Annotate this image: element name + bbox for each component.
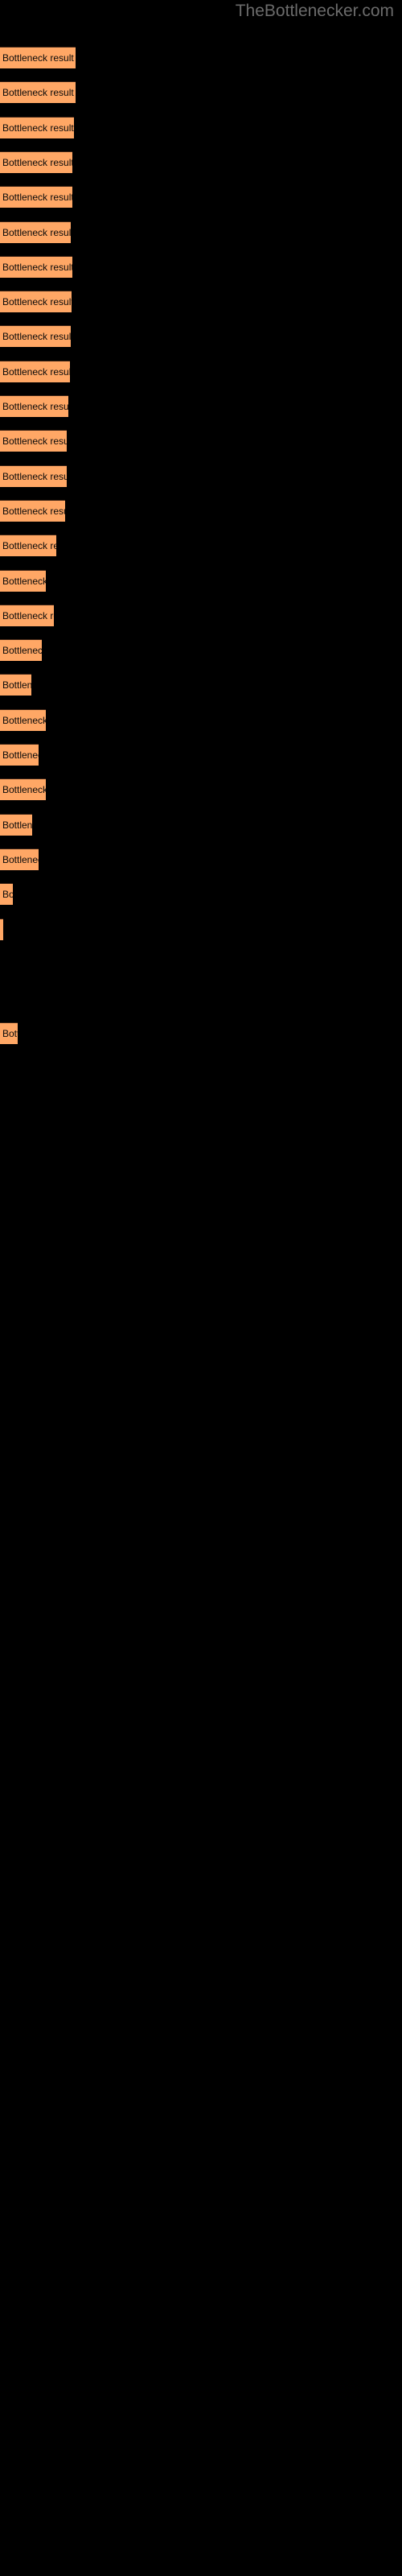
bar-rect[interactable]: Bottleneck result <box>0 674 31 696</box>
bar-rect[interactable]: Bottleneck result <box>0 569 46 592</box>
bar-rect[interactable]: Bottleneck result <box>0 255 72 278</box>
bar-label: Bottleneck result <box>2 87 74 99</box>
bar-label: Bottleneck result <box>2 226 71 238</box>
bar-label: Bottleneck result <box>2 401 68 412</box>
bar-rect[interactable]: Bottleneck result <box>0 708 46 731</box>
bar-label: Bottleneck result <box>2 505 65 517</box>
bar-label: Bottleneck result <box>2 679 31 691</box>
bar-rect[interactable]: Bottleneck result <box>0 778 46 801</box>
bar-label: Bottleneck result <box>2 540 56 552</box>
bar-rect[interactable]: Bottleneck result <box>0 395 68 417</box>
bar-rect[interactable]: Bottleneck result <box>0 535 56 557</box>
bar-rect[interactable]: Bottleneck result <box>0 81 76 104</box>
bar-label: Bottleneck result <box>2 919 3 940</box>
bar-label: Bottleneck result <box>2 365 70 378</box>
bar-rect[interactable]: Bottleneck result <box>0 47 76 68</box>
bar-rect[interactable]: Bottleneck result <box>0 430 67 452</box>
bar-label: Bottleneck result <box>2 1028 18 1040</box>
bar-rect[interactable]: Bottleneck result <box>0 918 3 940</box>
bar-label: Bottleneck result <box>2 645 42 657</box>
bar-rect[interactable]: Bottleneck result <box>0 848 39 870</box>
bar-label: Bottleneck result <box>2 575 46 587</box>
bar-label: Bottleneck result <box>2 819 32 831</box>
bar-label: Bottleneck result <box>2 470 67 482</box>
bar-rect[interactable]: Bottleneck result <box>0 744 39 766</box>
bar-label: Bottleneck result <box>2 889 13 901</box>
bar-rect[interactable]: Bottleneck result <box>0 151 72 173</box>
bar-label: Bottleneck result <box>2 261 72 273</box>
bar-rect[interactable]: Bottleneck result <box>0 464 67 487</box>
bar-rect[interactable]: Bottleneck result <box>0 499 65 522</box>
bar-rect[interactable]: Bottleneck result <box>0 186 72 208</box>
bar-label: Bottleneck result <box>2 122 74 134</box>
bar-label: Bottleneck result <box>2 749 39 761</box>
bar-rect[interactable]: Bottleneck result <box>0 360 70 382</box>
bar-label: Bottleneck result <box>2 52 74 64</box>
bar-label: Bottleneck result <box>2 853 39 865</box>
bar-rect[interactable]: Bottleneck result <box>0 116 74 138</box>
bar-label: Bottleneck result <box>2 714 46 726</box>
bar-rect[interactable]: Bottleneck result <box>0 883 13 906</box>
bar-rect[interactable]: Bottleneck result <box>0 325 71 348</box>
bar-rect[interactable]: Bottleneck result <box>0 291 72 313</box>
bar-rect[interactable]: Bottleneck result <box>0 604 54 626</box>
bar-label: Bottleneck result <box>2 192 72 204</box>
bar-label: Bottleneck result <box>2 296 72 308</box>
bar-label: Bottleneck result <box>2 436 67 448</box>
bar-label: Bottleneck result <box>2 609 54 621</box>
bar-label: Bottleneck result <box>2 156 72 168</box>
bottleneck-bar-chart: TheBottlenecker.com Bottleneck result Bot… <box>0 0 402 2576</box>
bar-label: Bottleneck result <box>2 784 46 796</box>
bar-series: Bottleneck result Bottleneck result Bottle… <box>0 0 402 2576</box>
bar-rect[interactable]: Bottleneck result <box>0 813 32 836</box>
bar-rect[interactable]: Bottleneck result <box>0 1022 18 1045</box>
bar-rect[interactable]: Bottleneck result <box>0 639 42 662</box>
bar-label: Bottleneck result <box>2 331 71 343</box>
bar-rect[interactable]: Bottleneck result <box>0 221 71 243</box>
